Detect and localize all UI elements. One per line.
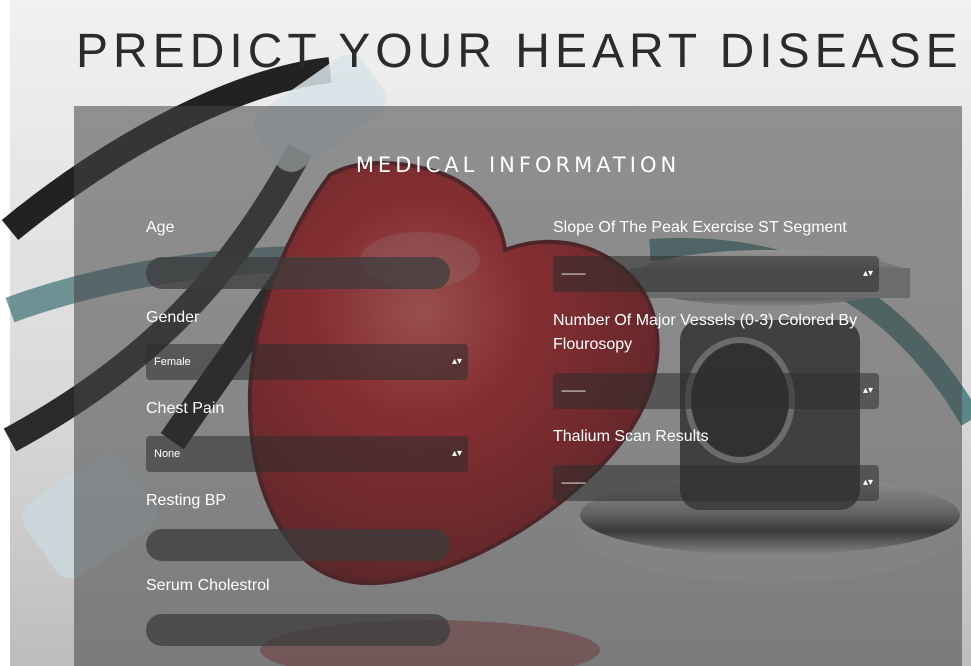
serum-cholestrol-label: Serum Cholestrol — [146, 577, 270, 594]
thalium-select[interactable]: --------- ▴▾ — [553, 465, 879, 501]
select-arrows-icon: ▴▾ — [862, 385, 873, 396]
thalium-selected-value: --------- — [561, 477, 586, 489]
age-label: Age — [146, 219, 175, 236]
major-vessels-select[interactable]: --------- ▴▾ — [553, 373, 879, 409]
resting-bp-label: Resting BP — [146, 492, 227, 509]
thalium-label: Thalium Scan Results — [553, 428, 709, 445]
slope-select[interactable]: --------- ▴▾ — [553, 256, 879, 292]
select-arrows-icon: ▴▾ — [451, 448, 462, 459]
chest-pain-selected-value: None — [154, 448, 181, 460]
chest-pain-select[interactable]: None ▴▾ — [146, 436, 468, 472]
major-vessels-label: Number Of Major Vessels (0-3) Colored By… — [553, 312, 858, 353]
medical-form-panel: MEDICAL INFORMATION Age Gender Female ▴▾… — [74, 106, 962, 666]
select-arrows-icon: ▴▾ — [862, 268, 873, 279]
select-arrows-icon: ▴▾ — [451, 356, 462, 367]
chest-pain-label: Chest Pain — [146, 400, 225, 417]
slope-label: Slope Of The Peak Exercise ST Segment — [553, 219, 847, 236]
slope-selected-value: --------- — [561, 268, 586, 280]
age-input[interactable] — [146, 257, 450, 289]
gender-label: Gender — [146, 309, 200, 326]
serum-cholestrol-input[interactable] — [146, 614, 450, 646]
select-arrows-icon: ▴▾ — [862, 477, 873, 488]
section-title: MEDICAL INFORMATION — [355, 153, 681, 177]
resting-bp-input[interactable] — [146, 529, 450, 561]
gender-selected-value: Female — [154, 356, 191, 368]
gender-select[interactable]: Female ▴▾ — [146, 344, 468, 380]
major-vessels-selected-value: --------- — [561, 385, 586, 397]
page-title: PREDICT YOUR HEART DISEASE — [76, 25, 963, 78]
